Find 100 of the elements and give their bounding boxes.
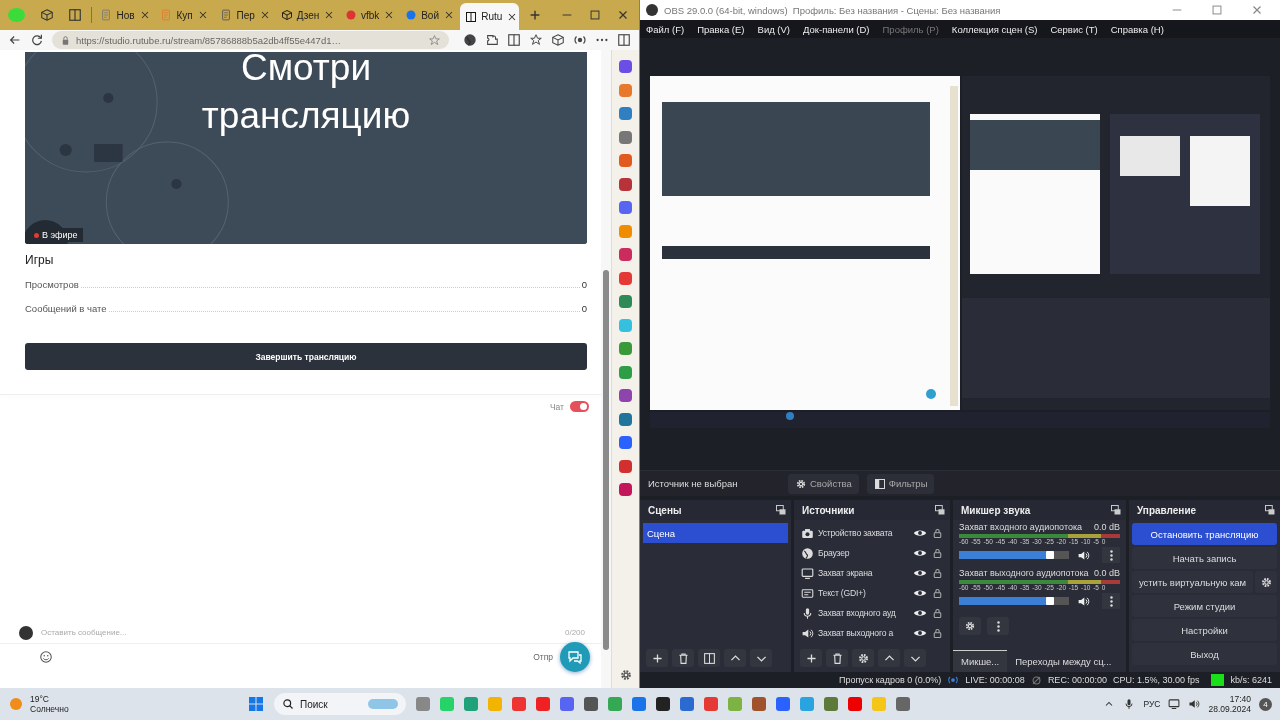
more-button[interactable] <box>1102 593 1120 609</box>
control-button[interactable]: устить виртуальную кам <box>1132 571 1253 593</box>
lock-icon[interactable] <box>931 566 944 580</box>
more-button[interactable] <box>987 617 1009 635</box>
app-icon[interactable] <box>619 365 632 379</box>
app-icon[interactable] <box>619 83 632 97</box>
browser-tab[interactable]: Rutu <box>460 3 519 30</box>
app-icon[interactable] <box>619 412 632 426</box>
source-item[interactable]: Захват входного ауд <box>797 603 947 623</box>
collections-icon[interactable] <box>551 33 565 47</box>
clock-date[interactable]: 28.09.2024 <box>1208 704 1251 714</box>
cube-icon[interactable] <box>39 8 54 22</box>
menu-item[interactable]: Файл (F) <box>646 23 685 35</box>
speaker-icon[interactable] <box>1077 594 1090 608</box>
scene-item[interactable]: Сцена <box>643 523 788 543</box>
move-up-button[interactable] <box>724 649 746 667</box>
split-screen-icon[interactable] <box>507 33 521 47</box>
move-down-button[interactable] <box>750 649 772 667</box>
scrollbar-thumb[interactable] <box>603 270 609 650</box>
source-item[interactable]: Захват экрана <box>797 563 947 583</box>
delete-button[interactable] <box>672 649 694 667</box>
close-icon[interactable] <box>443 9 455 21</box>
undock-icon[interactable] <box>934 504 946 516</box>
sidebar-icon[interactable] <box>617 33 631 47</box>
control-button[interactable]: Режим студии <box>1132 595 1277 617</box>
control-button[interactable]: Настройки <box>1132 619 1277 641</box>
app-icon[interactable] <box>619 154 632 167</box>
advanced-audio-button[interactable] <box>959 617 981 635</box>
address-field[interactable]: https://studio.rutube.ru/stream/85786888b5a2db4ff55e447d1… <box>52 31 449 49</box>
menu-item[interactable]: Сервис (T) <box>1050 23 1098 35</box>
undock-icon[interactable] <box>1110 504 1122 516</box>
app-icon[interactable] <box>619 459 632 473</box>
chat-bubble-button[interactable] <box>560 642 590 672</box>
filters-button[interactable]: Фильтры <box>866 473 935 494</box>
source-item[interactable]: Браузер <box>797 543 947 563</box>
favorites-icon[interactable] <box>529 33 543 47</box>
lock-icon[interactable] <box>931 526 944 540</box>
performance-icon[interactable] <box>573 33 587 47</box>
menu-item[interactable]: Вид (V) <box>757 23 791 35</box>
language-indicator[interactable]: РУС <box>1143 699 1161 709</box>
message-field[interactable]: Оставить сообщение... <box>39 627 559 638</box>
move-down-button[interactable] <box>904 649 926 667</box>
control-button[interactable]: Выход <box>1132 643 1277 665</box>
app-icon[interactable] <box>619 271 632 285</box>
menu-item[interactable]: Справка (H) <box>1110 23 1164 35</box>
dock-tab[interactable]: Микше... <box>953 650 1008 672</box>
browser-tab[interactable]: Куп <box>155 3 212 27</box>
back-icon[interactable] <box>8 33 22 47</box>
tab-actions-icon[interactable] <box>67 8 82 22</box>
app-icon[interactable] <box>619 107 632 120</box>
settings-icon[interactable] <box>618 668 633 682</box>
source-item[interactable]: Захват выходного а <box>797 623 947 643</box>
clock-time[interactable]: 17:40 <box>1229 694 1251 704</box>
notification-badge[interactable]: 4 <box>1259 697 1272 711</box>
new-tab-icon[interactable] <box>528 8 542 22</box>
add-button[interactable] <box>800 649 822 667</box>
app-icon[interactable] <box>619 342 632 355</box>
search-field[interactable]: Поиск <box>274 693 406 715</box>
settings-button[interactable] <box>1255 571 1277 593</box>
lock-icon[interactable] <box>931 606 944 620</box>
app-icon[interactable] <box>619 130 632 144</box>
send-button[interactable]: Отпр <box>533 652 553 662</box>
menu-item[interactable]: Док-панели (D) <box>803 23 870 35</box>
speaker-icon[interactable] <box>1077 548 1090 562</box>
browser-tab[interactable]: Пер <box>215 3 272 27</box>
globe-icon[interactable] <box>463 33 477 47</box>
menu-item[interactable]: Коллекция сцен (S) <box>951 23 1038 35</box>
maximize-icon[interactable] <box>588 8 602 22</box>
undock-icon[interactable] <box>1264 504 1276 516</box>
app-icon[interactable] <box>619 389 632 402</box>
source-item[interactable]: Текст (GDI+) <box>797 583 947 603</box>
menu-item[interactable]: Правка (E) <box>697 23 745 35</box>
browser-tab[interactable]: Дзен <box>275 3 336 27</box>
delete-button[interactable] <box>826 649 848 667</box>
browser-tab[interactable]: Вой <box>400 3 457 27</box>
browser-tab[interactable]: Нов <box>95 3 152 27</box>
settings-button[interactable] <box>852 649 874 667</box>
lock-icon[interactable] <box>931 586 944 600</box>
app-icon[interactable] <box>619 177 632 191</box>
undock-icon[interactable] <box>775 504 787 516</box>
emoji-icon[interactable] <box>39 650 53 664</box>
add-button[interactable] <box>646 649 668 667</box>
taskbar-app-icon[interactable] <box>656 697 670 711</box>
microphone-icon[interactable] <box>1123 698 1136 710</box>
taskbar-app-icon[interactable] <box>584 697 598 711</box>
volume-slider[interactable] <box>959 597 1069 605</box>
start-icon[interactable] <box>248 696 264 712</box>
volume-icon[interactable] <box>1188 698 1201 710</box>
control-button[interactable]: Начать запись <box>1132 547 1277 569</box>
extensions-icon[interactable] <box>485 33 499 47</box>
more-button[interactable] <box>1102 547 1120 563</box>
properties-button[interactable]: Свойства <box>788 473 859 494</box>
volume-slider[interactable] <box>959 551 1069 559</box>
browser-tab[interactable]: vfbk <box>339 3 397 27</box>
chat-toggle[interactable] <box>570 401 589 412</box>
source-item[interactable]: Устройство захвата <box>797 523 947 543</box>
refresh-icon[interactable] <box>30 33 44 47</box>
app-icon[interactable] <box>619 436 632 449</box>
app-icon[interactable] <box>619 483 632 496</box>
control-button[interactable]: Остановить трансляцию <box>1132 523 1277 545</box>
